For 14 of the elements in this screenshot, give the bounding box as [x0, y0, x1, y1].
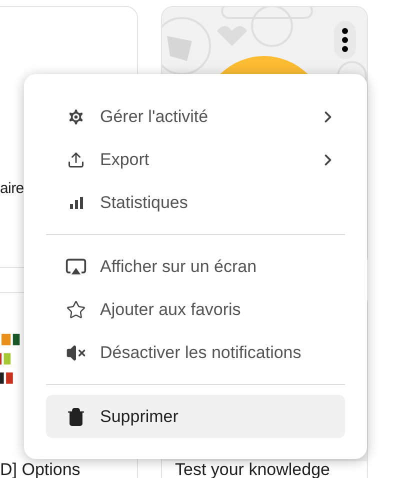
menu-item[interactable]: Export — [46, 138, 345, 181]
menu-item[interactable]: Statistiques — [46, 181, 345, 224]
upload-icon — [67, 150, 85, 168]
trash-icon — [66, 406, 86, 426]
menu-item[interactable]: Ajouter aux favoris — [46, 288, 345, 331]
menu-item[interactable]: Gérer l'activité — [46, 95, 345, 138]
mute-icon — [66, 342, 86, 362]
menu-item[interactable]: Désactiver les notifications — [46, 331, 345, 374]
card-title: aire — [0, 179, 24, 199]
bar-chart-icon — [68, 194, 84, 210]
star-icon — [66, 300, 86, 320]
menu-item[interactable]: Afficher sur un écran — [46, 245, 345, 288]
menu-item[interactable]: Supprimer — [46, 395, 345, 438]
settings-icon — [66, 106, 86, 126]
